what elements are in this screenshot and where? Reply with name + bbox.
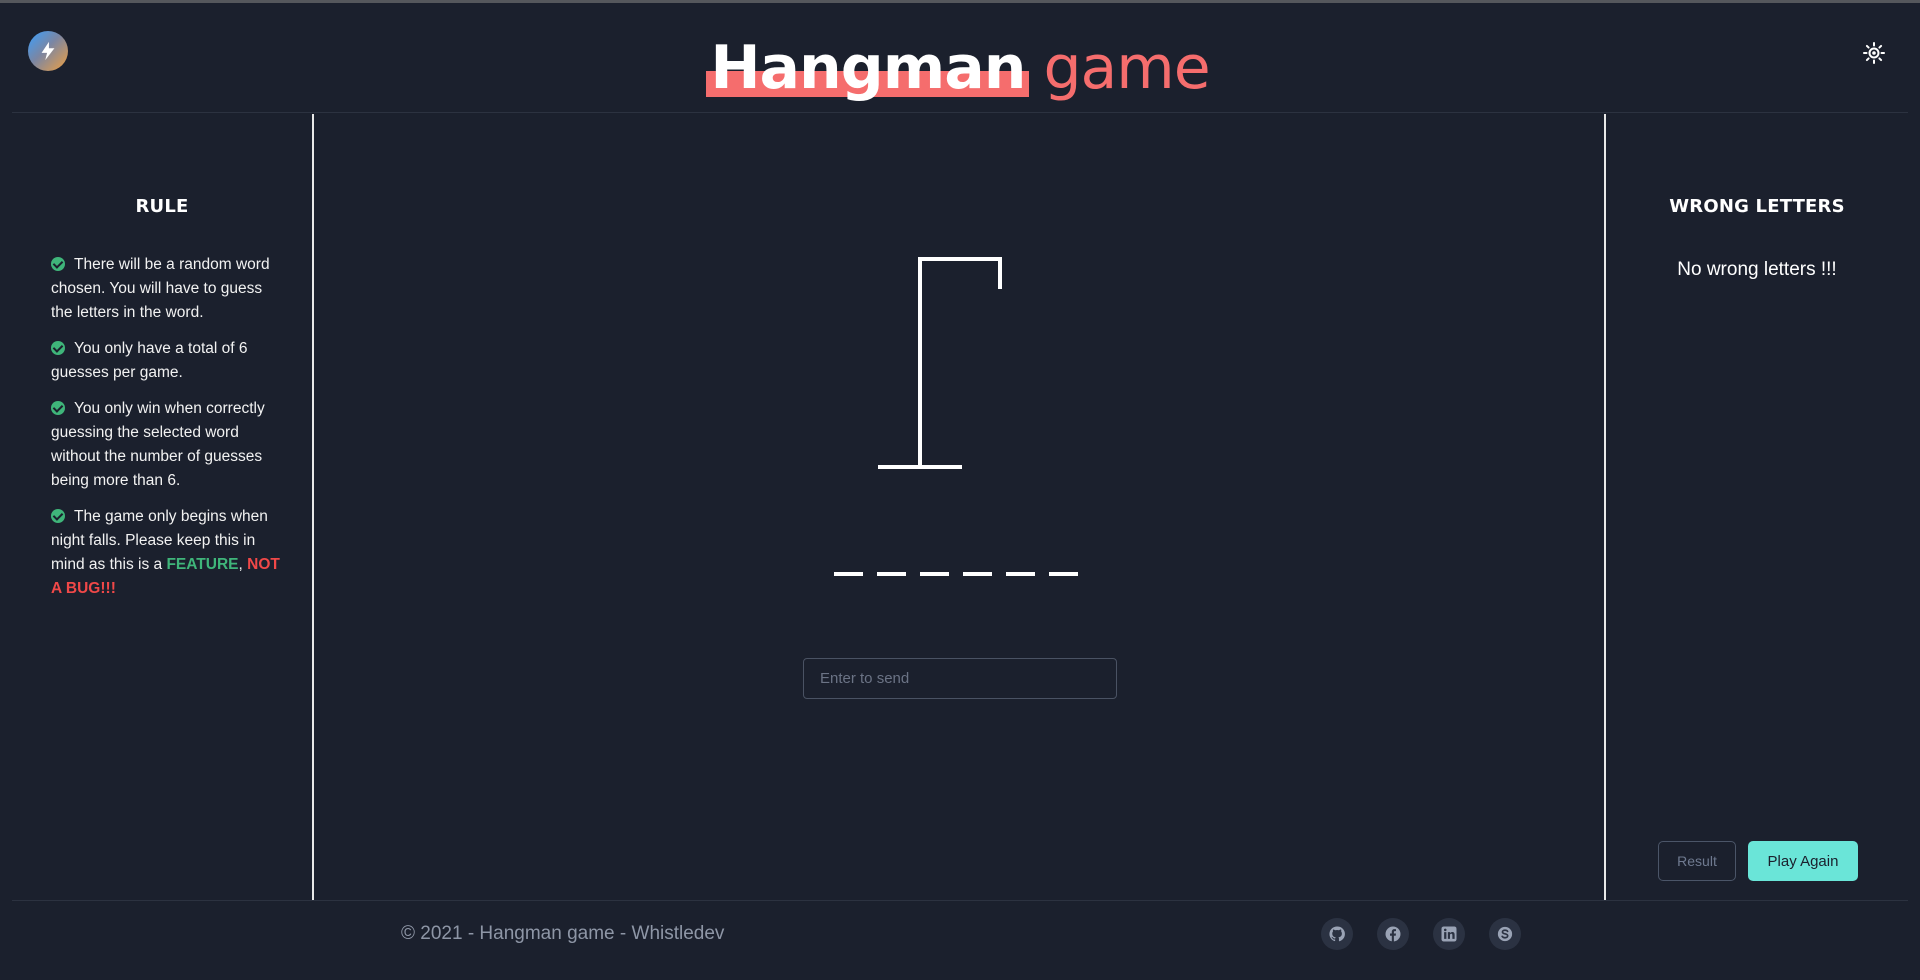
letter-blank (920, 572, 949, 576)
game-area (314, 114, 1604, 900)
github-link[interactable] (1321, 918, 1353, 950)
check-circle-icon (51, 257, 65, 271)
page-title: Hangman game (12, 33, 1908, 103)
feature-highlight: FEATURE (166, 556, 239, 573)
header: Hangman game (12, 3, 1908, 113)
rules-title: RULE (135, 196, 189, 217)
rule-item: You only win when correctly guessing the… (51, 397, 287, 493)
wrong-letters-title: WRONG LETTERS (1669, 196, 1845, 217)
rule-text: You only win when correctly guessing the… (51, 400, 265, 489)
gallows-drawing (878, 257, 1002, 469)
rule-separator: , (238, 556, 243, 573)
result-button[interactable]: Result (1658, 841, 1736, 881)
play-again-button[interactable]: Play Again (1748, 841, 1858, 881)
letter-blank (877, 572, 906, 576)
rule-text: There will be a random word chosen. You … (51, 256, 270, 321)
rule-item: You only have a total of 6 guesses per g… (51, 337, 287, 385)
skype-icon (1497, 926, 1513, 942)
rule-item: The game only begins when night falls. P… (51, 505, 287, 601)
footer: © 2021 - Hangman game - Whistledev (12, 900, 1908, 980)
linkedin-link[interactable] (1433, 918, 1465, 950)
letter-blank (834, 572, 863, 576)
check-circle-icon (51, 401, 65, 415)
linkedin-icon (1441, 926, 1457, 942)
copyright-text: © 2021 - Hangman game - Whistledev (401, 923, 725, 944)
facebook-link[interactable] (1377, 918, 1409, 950)
rules-list: There will be a random word chosen. You … (51, 253, 287, 601)
rule-item: There will be a random word chosen. You … (51, 253, 287, 325)
rule-text: You only have a total of 6 guesses per g… (51, 340, 248, 381)
check-circle-icon (51, 509, 65, 523)
github-icon (1329, 926, 1345, 942)
skype-link[interactable] (1489, 918, 1521, 950)
letter-blank (963, 572, 992, 576)
title-main: Hangman (710, 33, 1026, 103)
word-blanks (834, 572, 1078, 576)
letter-blank (1006, 572, 1035, 576)
theme-toggle-button[interactable] (1862, 41, 1886, 65)
guess-input[interactable] (803, 658, 1117, 699)
title-accent: game (1043, 33, 1210, 103)
wrong-letters-status: No wrong letters !!! (1677, 259, 1837, 280)
check-circle-icon (51, 341, 65, 355)
letter-blank (1049, 572, 1078, 576)
wrong-letters-panel: WRONG LETTERS No wrong letters !!! Resul… (1604, 114, 1908, 900)
rules-panel: RULE There will be a random word chosen.… (12, 114, 314, 900)
social-links (1321, 918, 1521, 950)
sun-icon (1863, 42, 1885, 64)
facebook-icon (1385, 926, 1401, 942)
